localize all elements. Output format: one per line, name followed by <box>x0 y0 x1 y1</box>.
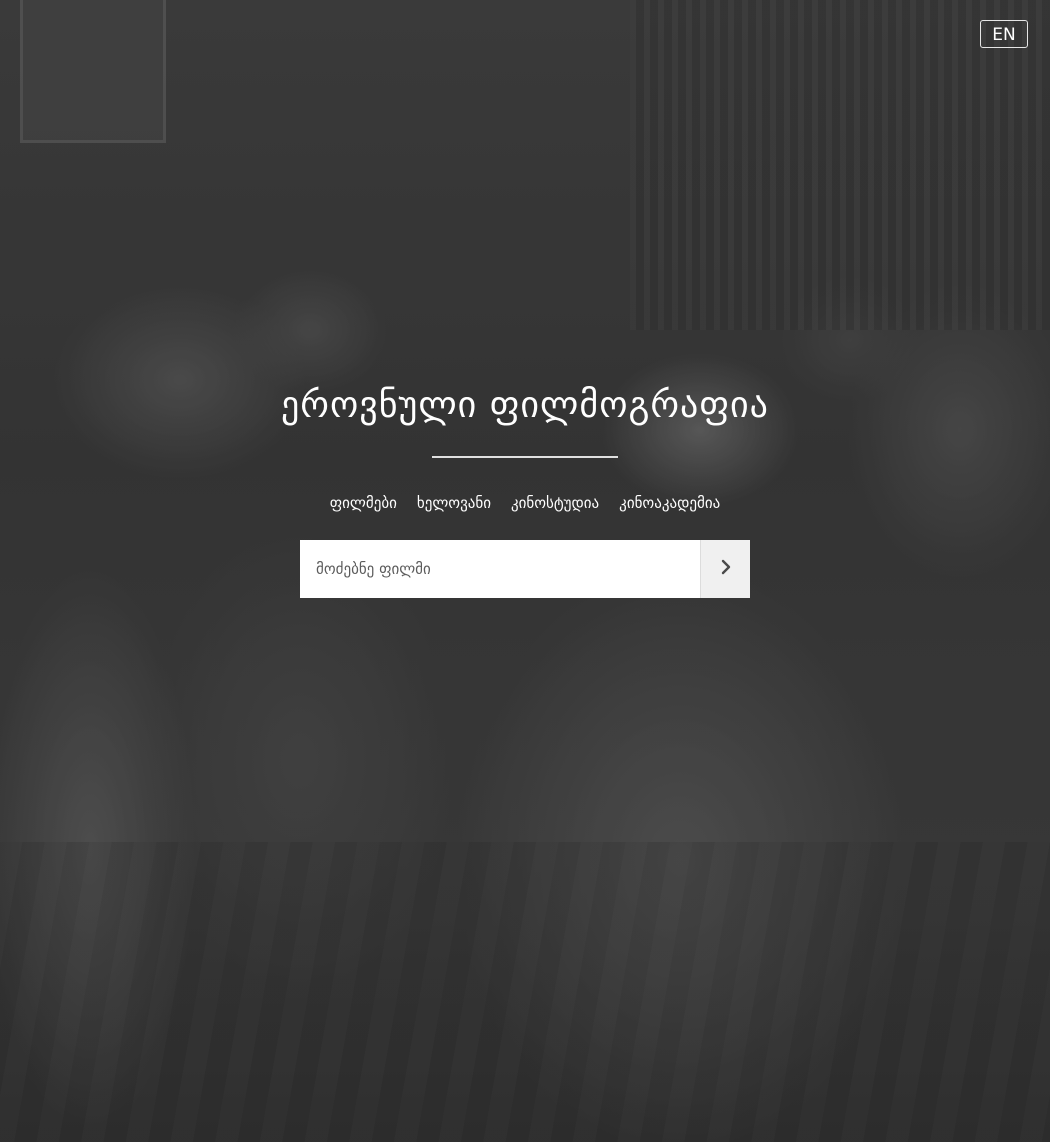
search-bar <box>300 540 750 598</box>
nav-item-film-academy[interactable]: კინოაკადემია <box>619 492 720 514</box>
main-nav: ფილმები ხელოვანი კინოსტუდია კინოაკადემია <box>0 492 1050 514</box>
hero: ეროვნული ფილმოგრაფია ფილმები ხელოვანი კი… <box>0 378 1050 514</box>
search-submit-button[interactable] <box>700 540 750 598</box>
chevron-right-icon <box>720 559 732 579</box>
nav-item-films[interactable]: ფილმები <box>330 492 397 514</box>
nav-item-artists[interactable]: ხელოვანი <box>417 492 491 514</box>
nav-item-film-studio[interactable]: კინოსტუდია <box>511 492 599 514</box>
page: EN ეროვნული ფილმოგრაფია ფილმები ხელოვანი… <box>0 0 1050 1142</box>
language-switch-button[interactable]: EN <box>980 20 1028 48</box>
title-divider <box>432 456 618 458</box>
page-title: ეროვნული ფილმოგრაფია <box>281 385 769 426</box>
search-input[interactable] <box>300 540 700 598</box>
